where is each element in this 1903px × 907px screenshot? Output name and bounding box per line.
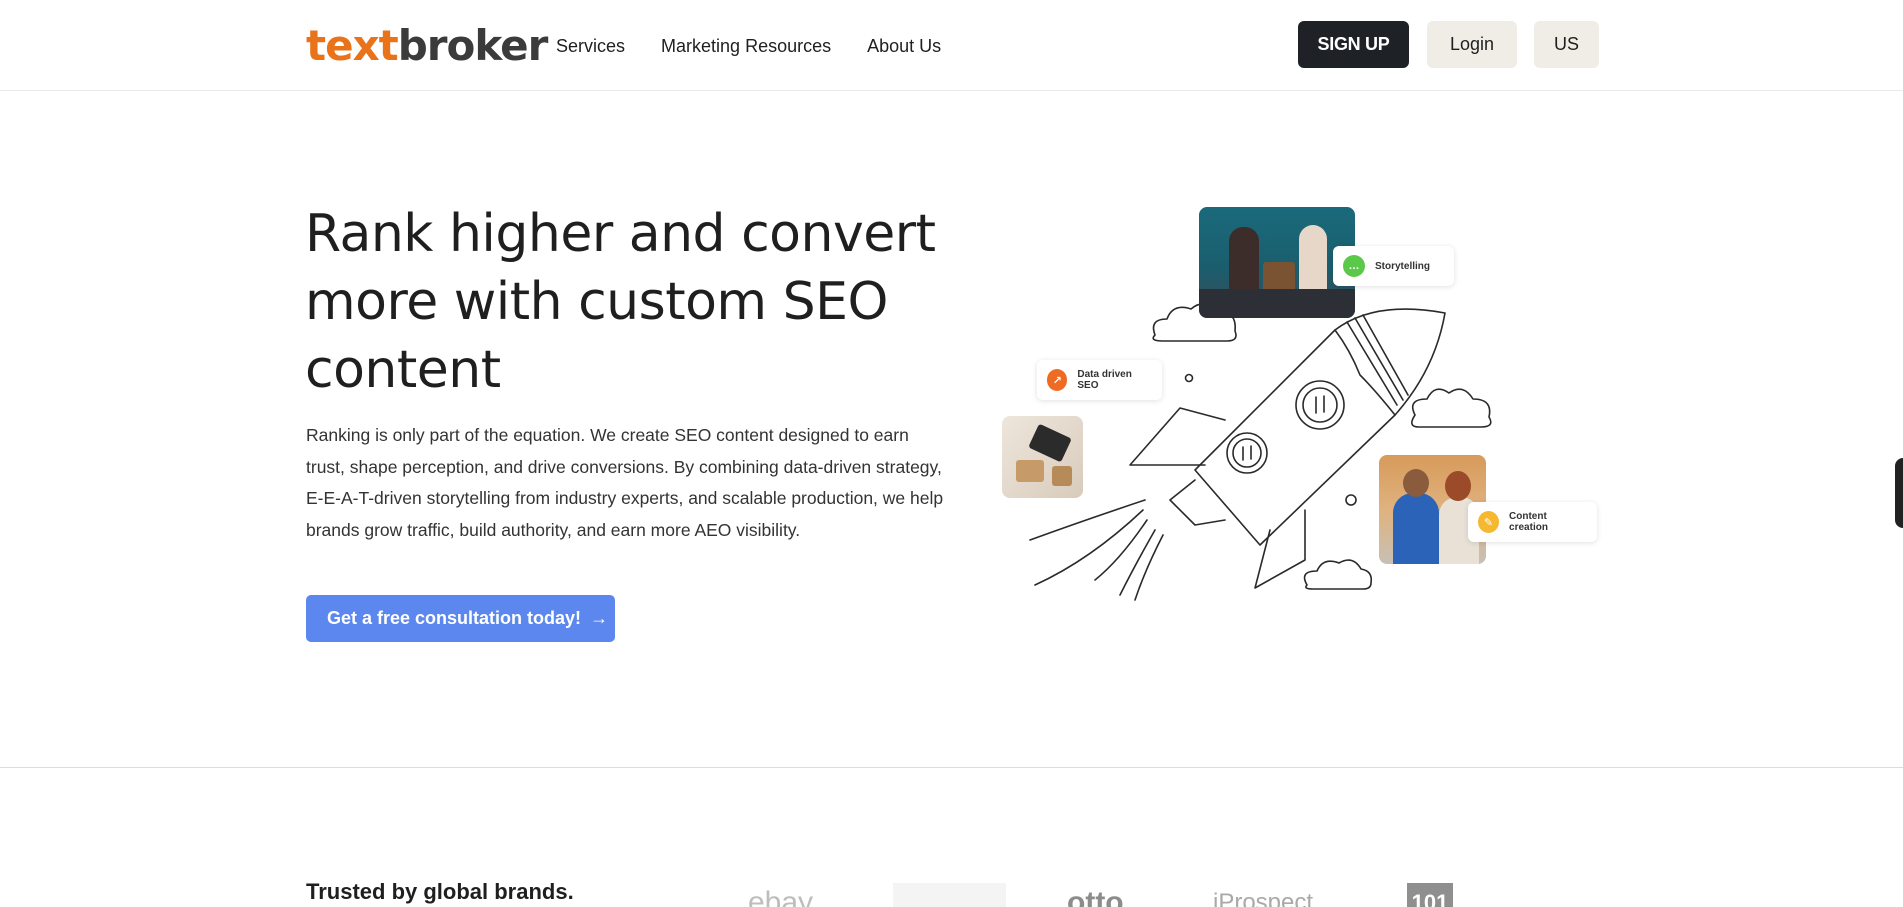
chip-label: Data driven SEO <box>1077 369 1132 391</box>
chip-content-creation: ✎ Content creation <box>1468 502 1597 542</box>
chip-data-driven-seo: ↗ Data driven SEO <box>1037 360 1162 400</box>
photo-desk-laptop <box>1002 416 1083 498</box>
brand-logo-otto: otto <box>1067 886 1124 907</box>
brand-logo-ebay: ebay <box>748 886 814 907</box>
brand-logo-iprospect: iProspect <box>1213 889 1314 907</box>
trusted-heading: Trusted by global brands. <box>306 879 574 904</box>
pencil-icon: ✎ <box>1478 511 1500 533</box>
locale-button[interactable]: US <box>1534 21 1599 68</box>
brand-logo-101: 101 <box>1407 883 1453 907</box>
chip-label: Storytelling <box>1375 260 1431 272</box>
hero-title: Rank higher and convert more with custom… <box>305 204 936 400</box>
nav-marketing-resources[interactable]: Marketing Resources <box>661 34 831 58</box>
chip-label: Content creation <box>1509 511 1548 533</box>
nav-services[interactable]: Services <box>556 34 625 58</box>
cta-label: Get a free consultation today! <box>327 608 582 628</box>
free-consultation-button[interactable]: Get a free consultation today! → <box>306 595 615 642</box>
chat-icon: … <box>1343 255 1365 277</box>
nav-about-us[interactable]: About Us <box>867 34 941 58</box>
chip-storytelling: … Storytelling <box>1333 246 1454 286</box>
main-nav: Services Marketing Resources About Us <box>556 34 941 58</box>
trend-icon: ↗ <box>1047 369 1068 391</box>
logo-text-part: broker <box>397 21 549 70</box>
brand-logo-placeholder <box>893 883 1006 907</box>
photo-conversation <box>1199 207 1355 318</box>
side-feedback-tab[interactable] <box>1895 458 1903 528</box>
textbroker-logo[interactable]: textbroker <box>306 21 549 70</box>
logo-text-part: text <box>306 21 399 70</box>
arrow-right-icon: → <box>590 608 609 628</box>
login-button[interactable]: Login <box>1427 21 1517 68</box>
signup-button[interactable]: SIGN UP <box>1298 21 1409 68</box>
hero-description: Ranking is only part of the equation. We… <box>306 425 944 540</box>
section-divider <box>0 767 1903 768</box>
site-header: textbroker Services Marketing Resources … <box>0 0 1903 91</box>
hero-illustration: … Storytelling ↗ Data driven SEO ✎ Conte… <box>995 200 1605 610</box>
